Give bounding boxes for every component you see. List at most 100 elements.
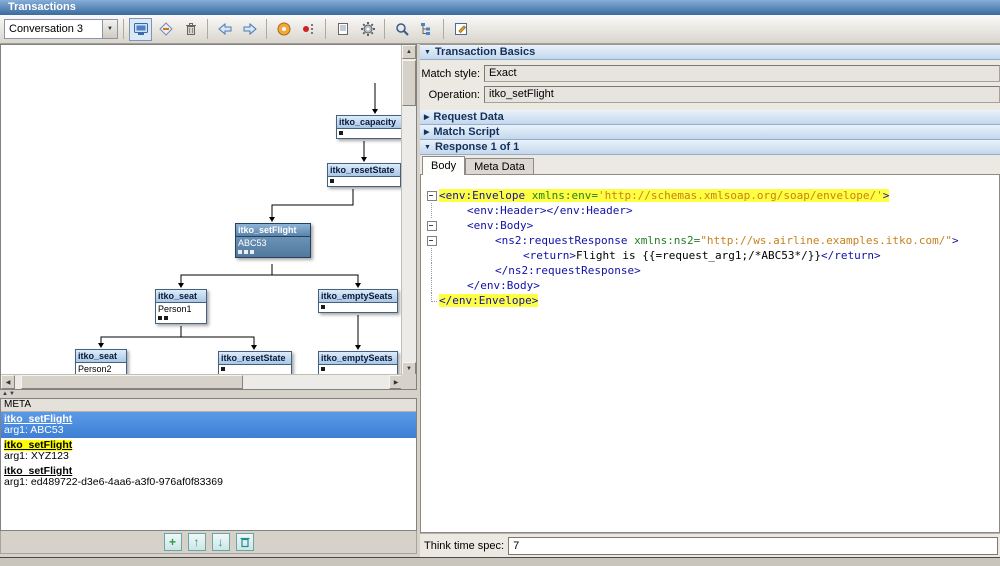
xml-line[interactable]: <env:Header></env:Header> <box>425 203 999 218</box>
response-body-editor[interactable]: <env:Envelope xmlns:env='http://schemas.… <box>420 174 1000 533</box>
settings-icon[interactable] <box>356 18 379 41</box>
diagram-node[interactable]: itko_emptySeats <box>318 289 398 313</box>
horizontal-scroll-thumb[interactable] <box>21 375 243 389</box>
xml-line[interactable]: </ns2:requestResponse> <box>425 263 999 278</box>
vertical-scrollbar[interactable]: ▲ ▼ <box>401 45 416 376</box>
node-markers <box>238 249 308 256</box>
vertical-scroll-thumb[interactable] <box>402 60 416 106</box>
scroll-left-icon[interactable]: ◀ <box>1 375 15 389</box>
section-response[interactable]: ▼ Response 1 of 1 <box>420 140 1000 155</box>
breakpoint-marker-icon <box>238 250 242 254</box>
node-label: itko_emptySeats <box>319 290 397 303</box>
meta-argument: arg1: XYZ123 <box>4 451 413 462</box>
fold-toggle-icon[interactable] <box>425 218 439 233</box>
breakpoint-icon[interactable] <box>297 18 320 41</box>
fold-toggle-icon[interactable] <box>425 188 439 203</box>
diagram-node[interactable]: itko_capacity <box>336 115 402 139</box>
expand-icon: ▶ <box>424 128 429 136</box>
xml-line[interactable]: <ns2:requestResponse xmlns:ns2="http://w… <box>425 233 999 248</box>
fold-guide <box>425 248 439 263</box>
section-transaction-basics[interactable]: ▼ Transaction Basics <box>420 45 1000 60</box>
node-markers <box>321 366 395 373</box>
diagram-node[interactable]: itko_resetState <box>327 163 401 187</box>
section-request-data[interactable]: ▶ Request Data <box>420 110 1000 125</box>
meta-panel-header: META <box>1 399 416 412</box>
collapse-icon: ▼ <box>424 49 431 56</box>
meta-argument: arg1: ABC53 <box>4 425 413 436</box>
node-label: itko_capacity <box>337 116 402 129</box>
open-editor-icon[interactable] <box>449 18 472 41</box>
back-arrow-icon[interactable] <box>213 18 236 41</box>
think-time-field[interactable]: 7 <box>508 537 998 555</box>
chevron-down-icon[interactable]: ▼ <box>102 20 117 38</box>
node-body <box>319 303 397 312</box>
operation-field[interactable]: itko_setFlight <box>484 86 1000 103</box>
xml-line[interactable]: </env:Body> <box>425 278 999 293</box>
xml-line[interactable]: </env:Envelope> <box>425 293 999 308</box>
delete-icon[interactable] <box>179 18 202 41</box>
section-match-script[interactable]: ▶ Match Script <box>420 125 1000 140</box>
node-markers <box>321 304 395 311</box>
highlighted-xml: </env:Envelope> <box>439 294 538 307</box>
node-label: itko_resetState <box>219 352 291 365</box>
diagram-node[interactable]: itko_seatPerson2 <box>75 349 127 375</box>
xml-token-tag: <env:Envelope <box>439 189 525 202</box>
section-label: Transaction Basics <box>435 46 535 58</box>
highlighted-xml: <env:Envelope xmlns:env='http://schemas.… <box>439 189 889 202</box>
xml-line[interactable]: <return>Flight is {{=request_arg1;/*ABC5… <box>425 248 999 263</box>
tab-meta-data[interactable]: Meta Data <box>465 158 534 175</box>
move-up-icon[interactable]: ↑ <box>188 533 206 551</box>
diagram-node[interactable]: itko_resetState <box>218 351 292 375</box>
node-markers <box>339 130 401 137</box>
toolbar-separator <box>384 19 385 39</box>
horizontal-scrollbar[interactable]: ◀ ▶ <box>1 374 403 389</box>
node-argument: Person1 <box>158 304 204 315</box>
think-time-row: Think time spec: 7 <box>420 533 1000 557</box>
scroll-up-icon[interactable]: ▲ <box>402 45 416 59</box>
fold-toggle-icon[interactable] <box>425 233 439 248</box>
toolbar-separator <box>207 19 208 39</box>
scrollbar-corner <box>401 374 416 389</box>
move-down-icon[interactable]: ↓ <box>212 533 230 551</box>
diagram-node[interactable]: itko_setFlightABC53 <box>235 223 311 258</box>
meta-argument: arg1: ed489722-d3e6-4aa6-a3f0-976af0f833… <box>4 477 413 488</box>
tab-body[interactable]: Body <box>422 156 465 175</box>
expand-icon: ▶ <box>424 113 429 121</box>
search-icon[interactable] <box>390 18 413 41</box>
tag-edit-icon[interactable] <box>154 18 177 41</box>
diagram-node[interactable]: itko_emptySeats <box>318 351 398 375</box>
xml-line[interactable]: <env:Body> <box>425 218 999 233</box>
xml-line[interactable]: <env:Envelope xmlns:env='http://schemas.… <box>425 188 999 203</box>
xml-token-tag: </env:Body> <box>467 279 540 292</box>
splitter-down-icon[interactable]: ▼ <box>9 390 15 398</box>
add-icon[interactable]: + <box>164 533 182 551</box>
xml-token-tag: > <box>883 189 890 202</box>
list-item[interactable]: itko_setFlightarg1: ed489722-d3e6-4aa6-a… <box>1 464 416 490</box>
diagram-canvas[interactable]: itko_capacity itko_resetState itko_setFlig… <box>1 45 402 375</box>
meta-list: itko_setFlightarg1: ABC53itko_setFlighta… <box>1 412 416 490</box>
delete-icon[interactable] <box>236 533 254 551</box>
conversation-view-icon[interactable] <box>129 18 152 41</box>
window-title-bar: Transactions <box>0 0 1000 15</box>
xml-token-tag: </env:Envelope> <box>439 294 538 307</box>
conversation-select[interactable]: Conversation 3 ▼ <box>4 19 118 39</box>
panel-splitter[interactable]: ▲ ▼ <box>0 390 417 398</box>
section-label: Match Script <box>433 126 499 138</box>
section-label: Request Data <box>433 111 503 123</box>
toolbar-separator <box>266 19 267 39</box>
list-item[interactable]: itko_setFlightarg1: XYZ123 <box>1 438 416 464</box>
diagram-node[interactable]: itko_seatPerson1 <box>155 289 207 324</box>
splitter-up-icon[interactable]: ▲ <box>2 390 8 398</box>
tree-view-icon[interactable] <box>415 18 438 41</box>
fold-guide <box>425 263 439 278</box>
operation-label: Operation: <box>420 89 484 101</box>
node-body <box>319 365 397 374</box>
match-style-field[interactable]: Exact <box>484 65 1000 82</box>
notes-icon[interactable] <box>331 18 354 41</box>
list-item[interactable]: itko_setFlightarg1: ABC53 <box>1 412 416 438</box>
fold-guide <box>425 278 439 293</box>
node-markers <box>330 178 398 185</box>
forward-arrow-icon[interactable] <box>238 18 261 41</box>
conversation-select-value: Conversation 3 <box>5 20 102 38</box>
history-icon[interactable] <box>272 18 295 41</box>
